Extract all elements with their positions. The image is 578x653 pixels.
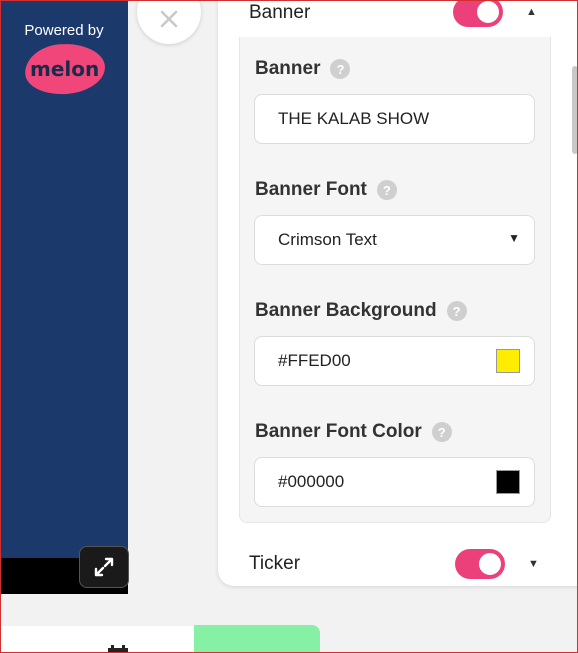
- help-icon[interactable]: ?: [376, 180, 397, 200]
- panel-scrollbar[interactable]: [572, 66, 578, 154]
- expand-icon: [94, 557, 114, 577]
- banner-background-input[interactable]: #FFED00: [254, 336, 535, 386]
- logo-text: melon: [30, 57, 100, 81]
- banner-background-label: Banner Background ?: [255, 300, 467, 322]
- help-icon[interactable]: ?: [330, 59, 351, 79]
- ticker-section-title[interactable]: Ticker: [249, 553, 300, 575]
- banner-text-input[interactable]: THE KALAB SHOW: [254, 94, 535, 144]
- banner-section-title: Banner: [249, 2, 311, 23]
- help-icon[interactable]: ?: [431, 422, 452, 442]
- banner-field-label: Banner ?: [255, 58, 351, 80]
- chevron-down-icon: ▼: [508, 231, 520, 245]
- melon-logo: melon: [23, 41, 107, 97]
- bottom-tab[interactable]: [0, 626, 194, 653]
- chevron-up-icon[interactable]: ▲: [526, 6, 537, 18]
- calendar-icon: [106, 644, 130, 653]
- banner-font-value: Crimson Text: [278, 230, 377, 249]
- banner-label-text: Banner: [255, 58, 321, 79]
- toggle-knob: [477, 1, 499, 23]
- banner-background-value: #FFED00: [278, 351, 351, 370]
- banner-font-color-swatch[interactable]: [496, 470, 520, 494]
- banner-font-label-text: Banner Font: [255, 179, 367, 200]
- close-button[interactable]: [137, 0, 201, 44]
- banner-background-swatch[interactable]: [496, 349, 520, 373]
- bottom-green-tab[interactable]: [194, 625, 320, 653]
- banner-font-color-label: Banner Font Color ?: [255, 421, 452, 443]
- ticker-toggle[interactable]: [455, 549, 505, 579]
- banner-text-value: THE KALAB SHOW: [278, 109, 430, 128]
- stream-preview: Powered by melon: [0, 0, 128, 558]
- banner-toggle[interactable]: [453, 0, 503, 27]
- powered-by-text: Powered by: [24, 22, 104, 39]
- banner-font-color-label-text: Banner Font Color: [255, 421, 422, 442]
- help-icon[interactable]: ?: [446, 301, 467, 321]
- banner-font-label: Banner Font ?: [255, 179, 397, 201]
- fullscreen-button[interactable]: [79, 546, 129, 588]
- banner-font-color-input[interactable]: #000000: [254, 457, 535, 507]
- toggle-knob: [479, 553, 501, 575]
- chevron-down-icon[interactable]: ▼: [528, 558, 539, 570]
- banner-font-color-value: #000000: [278, 472, 345, 491]
- close-icon: [160, 10, 178, 28]
- banner-font-select[interactable]: Crimson Text ▼: [254, 215, 535, 265]
- banner-background-label-text: Banner Background: [255, 300, 437, 321]
